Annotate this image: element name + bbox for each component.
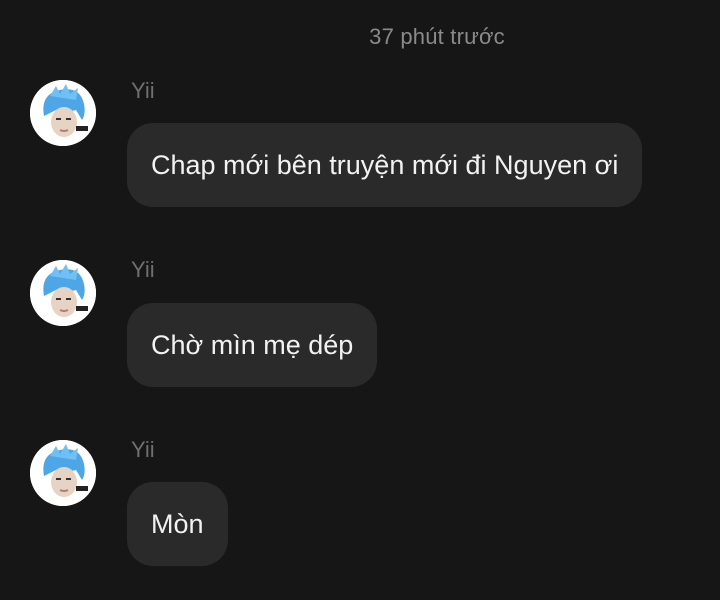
message-timestamp: 37 phút trước xyxy=(369,24,505,49)
avatar-image xyxy=(30,260,96,326)
avatar[interactable] xyxy=(30,80,96,146)
message-bubble[interactable]: Mòn xyxy=(127,482,228,566)
sender-name: Yii xyxy=(131,78,155,103)
message-bubble[interactable]: Chap mới bên truyện mới đi Nguyen ơi xyxy=(127,123,643,207)
avatar[interactable] xyxy=(30,440,96,506)
avatar[interactable] xyxy=(30,260,96,326)
avatar-image xyxy=(30,80,96,146)
message-bubble[interactable]: Chờ mìn mẹ dép xyxy=(127,303,378,387)
sender-name: Yii xyxy=(131,437,155,462)
chat-thread: 37 phút trước Yii Chap mới bên truyện mớ… xyxy=(0,0,720,600)
sender-name: Yii xyxy=(131,257,155,282)
avatar-image xyxy=(30,440,96,506)
